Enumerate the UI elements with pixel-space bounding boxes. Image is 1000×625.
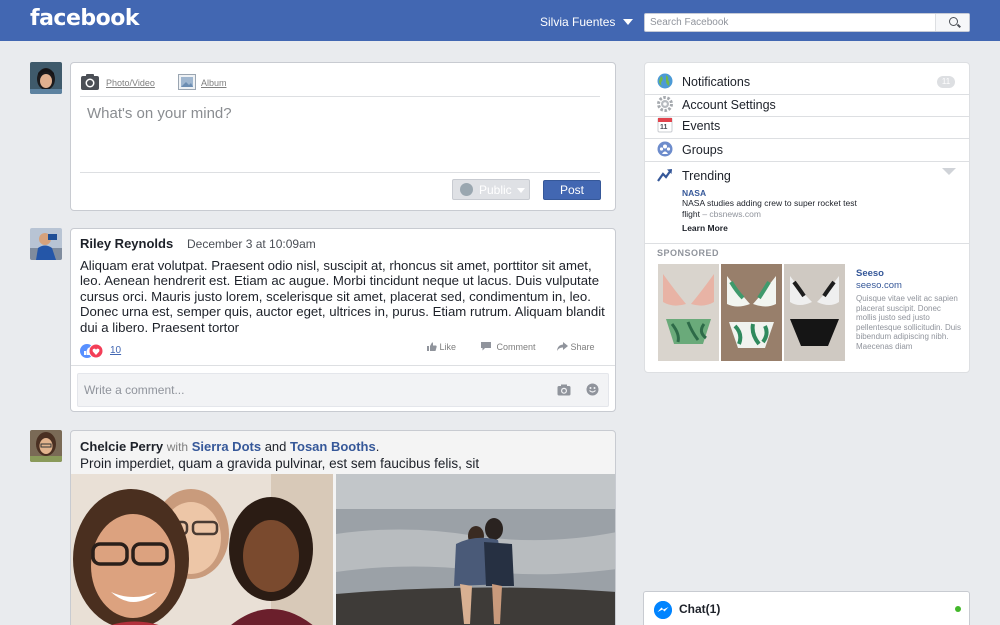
sidebar-item-label: Events xyxy=(682,119,721,133)
trending-icon xyxy=(657,169,672,182)
groups-icon xyxy=(657,141,673,157)
learn-more-link[interactable]: Learn More xyxy=(682,223,728,233)
search-input[interactable] xyxy=(645,14,935,31)
top-bar: facebook Silvia Fuentes xyxy=(0,0,1000,41)
comment-box xyxy=(77,373,609,407)
album-icon xyxy=(178,74,196,90)
reactions-count[interactable]: 10 xyxy=(110,345,121,356)
post-author-name[interactable]: Riley Reynolds xyxy=(80,236,173,251)
sidebar-item-label: Notifications xyxy=(682,75,751,89)
facebook-logo[interactable]: facebook xyxy=(30,6,140,31)
post-header: Chelcie Perry with Sierra Dots and Tosan… xyxy=(80,439,379,454)
sidebar-item-notifications[interactable]: Notifications 11 xyxy=(645,71,969,93)
audience-selector[interactable]: Public xyxy=(452,179,530,200)
ad-image[interactable] xyxy=(784,264,845,361)
divider xyxy=(71,365,615,366)
sidebar-item-groups[interactable]: Groups xyxy=(645,139,969,161)
emoji-icon[interactable] xyxy=(586,383,599,396)
calendar-day: 11 xyxy=(660,124,668,131)
like-label: Like xyxy=(439,342,457,352)
globe-icon xyxy=(460,183,473,196)
photo-video-link[interactable]: Photo/Video xyxy=(106,78,155,88)
sidebar-item-trending[interactable]: Trending xyxy=(645,165,969,187)
account-menu-caret-icon[interactable] xyxy=(623,19,633,25)
search-icon xyxy=(949,17,958,26)
album-link[interactable]: Album xyxy=(201,78,227,88)
status-input[interactable]: What's on your mind? xyxy=(87,105,232,122)
sidebar-item-label: Trending xyxy=(682,169,731,183)
post-card: Chelcie Perry with Sierra Dots and Tosan… xyxy=(70,430,616,625)
post-author-avatar[interactable] xyxy=(30,430,62,462)
reactions-icon[interactable] xyxy=(79,343,105,359)
globe-icon xyxy=(657,73,673,89)
tagged-user-link[interactable]: Tosan Booths xyxy=(290,439,376,454)
comment-button[interactable]: Comment xyxy=(481,342,536,352)
post-author-name[interactable]: Chelcie Perry xyxy=(80,439,163,454)
divider xyxy=(645,161,969,162)
trending-domain: – cbsnews.com xyxy=(702,209,761,219)
and-label: and xyxy=(264,439,287,454)
user-name-link[interactable]: Silvia Fuentes xyxy=(540,15,615,29)
post-card: Riley Reynolds December 3 at 10:09am Ali… xyxy=(70,228,616,412)
ad-url[interactable]: seeso.com xyxy=(856,280,902,291)
divider xyxy=(80,96,600,97)
comment-icon xyxy=(481,342,491,351)
share-button[interactable]: Share xyxy=(557,342,595,352)
ad-title[interactable]: Seeso xyxy=(856,268,884,279)
notifications-badge: 11 xyxy=(937,76,955,88)
divider xyxy=(80,172,600,173)
post-text: Aliquam erat volutpat. Praesent odio nis… xyxy=(80,258,605,335)
gear-icon xyxy=(657,96,673,112)
right-sidebar: Notifications 11 Account Settings 11 Eve… xyxy=(644,62,970,373)
post-photo[interactable] xyxy=(71,474,333,625)
divider xyxy=(645,243,969,244)
post-timestamp[interactable]: December 3 at 10:09am xyxy=(187,237,316,251)
sidebar-item-label: Account Settings xyxy=(682,98,776,112)
composer-card: Photo/Video Album What's on your mind? P… xyxy=(70,62,616,211)
ad-image[interactable] xyxy=(658,264,719,361)
sponsored-label: SPONSORED xyxy=(657,248,720,258)
composer-avatar[interactable] xyxy=(30,62,62,94)
ad-description: Quisque vitae velit ac sapien placerat s… xyxy=(856,294,961,351)
camera-icon[interactable] xyxy=(557,384,571,396)
post-text: Proin imperdiet, quam a gravida pulvinar… xyxy=(80,456,480,471)
trending-options-icon[interactable] xyxy=(942,168,956,175)
comment-label: Comment xyxy=(496,342,536,352)
messenger-icon xyxy=(654,601,672,619)
online-status-indicator xyxy=(955,606,961,612)
post-button[interactable]: Post xyxy=(543,180,601,200)
post-author-avatar[interactable] xyxy=(30,228,62,260)
chat-label: Chat(1) xyxy=(679,602,721,616)
chevron-down-icon xyxy=(517,188,525,193)
search-button[interactable] xyxy=(935,14,969,31)
ad-image[interactable] xyxy=(721,264,782,361)
tagged-user-link[interactable]: Sierra Dots xyxy=(192,439,261,454)
period: . xyxy=(375,439,380,454)
sidebar-item-account-settings[interactable]: Account Settings xyxy=(645,94,969,116)
trending-source[interactable]: NASA xyxy=(682,188,706,198)
comment-input[interactable] xyxy=(78,374,538,406)
audience-label: Public xyxy=(479,183,512,197)
share-label: Share xyxy=(570,342,595,352)
camera-icon xyxy=(81,74,99,90)
sidebar-item-label: Groups xyxy=(682,143,723,157)
with-label: with xyxy=(166,440,189,454)
chat-bar[interactable]: Chat(1) xyxy=(643,591,970,625)
share-icon xyxy=(557,342,568,351)
like-button[interactable]: Like xyxy=(427,342,456,352)
post-photo[interactable] xyxy=(336,474,615,625)
trending-headline[interactable]: NASA studies adding crew to super rocket… xyxy=(682,198,867,220)
sidebar-item-events[interactable]: 11 Events xyxy=(645,115,969,137)
search-box xyxy=(644,13,970,32)
thumbs-up-icon xyxy=(427,342,437,351)
